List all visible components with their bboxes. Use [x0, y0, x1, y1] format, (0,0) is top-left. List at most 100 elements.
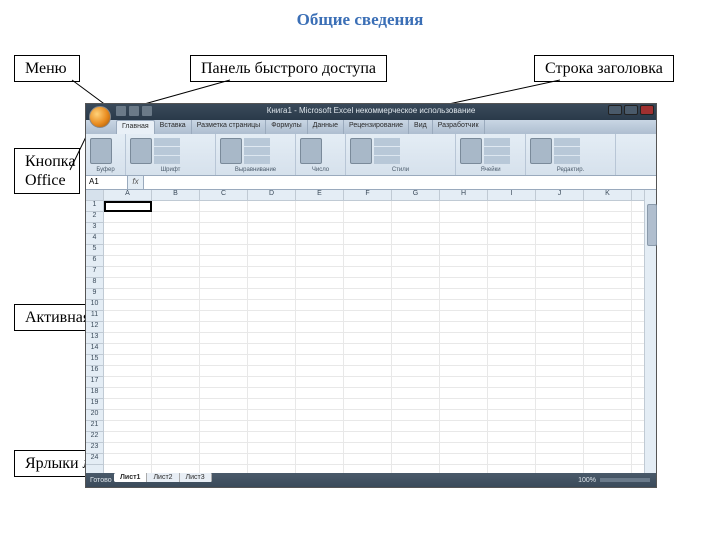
row-header[interactable]: 16 [86, 366, 103, 377]
sheet-tab[interactable]: Лист3 [180, 473, 212, 482]
ribbon-small-icon[interactable] [374, 138, 400, 146]
ribbon-tab[interactable]: Разработчик [433, 120, 485, 134]
row-header[interactable]: 4 [86, 234, 103, 245]
column-header[interactable]: I [488, 190, 536, 200]
ribbon-tab[interactable]: Главная [116, 120, 155, 134]
ribbon-tab[interactable]: Вид [409, 120, 433, 134]
ribbon-group: Редактир. [526, 134, 616, 175]
ribbon-group: Стили [346, 134, 456, 175]
ribbon-small-icon[interactable] [554, 138, 580, 146]
zoom-slider[interactable] [600, 478, 650, 482]
row-header[interactable]: 22 [86, 432, 103, 443]
ribbon-group-label: Буфер [90, 167, 121, 173]
column-header[interactable]: D [248, 190, 296, 200]
vertical-scrollbar[interactable] [644, 190, 656, 473]
column-header[interactable]: C [200, 190, 248, 200]
row-header[interactable]: 1 [86, 201, 103, 212]
formula-bar-row: A1 fx [86, 176, 656, 190]
row-header[interactable]: 21 [86, 421, 103, 432]
name-box[interactable]: A1 [86, 176, 128, 189]
row-headers: 123456789101112131415161718192021222324 [86, 190, 104, 473]
column-header[interactable]: G [392, 190, 440, 200]
row-header[interactable]: 8 [86, 278, 103, 289]
row-header[interactable]: 5 [86, 245, 103, 256]
row-header[interactable]: 11 [86, 311, 103, 322]
qat-undo-icon[interactable] [129, 106, 139, 116]
fx-icon[interactable]: fx [128, 176, 144, 189]
callout-office-button: Кнопка Office [14, 148, 80, 194]
ribbon-tab[interactable]: Рецензирование [344, 120, 409, 134]
qat-redo-icon[interactable] [142, 106, 152, 116]
ribbon-button-icon[interactable] [530, 138, 552, 164]
ribbon-button-icon[interactable] [350, 138, 372, 164]
row-header[interactable]: 15 [86, 355, 103, 366]
ribbon-tab[interactable]: Вставка [155, 120, 192, 134]
callout-title-bar: Строка заголовка [534, 55, 674, 82]
column-header[interactable]: J [536, 190, 584, 200]
row-header[interactable]: 3 [86, 223, 103, 234]
column-header[interactable]: E [296, 190, 344, 200]
column-header[interactable]: K [584, 190, 632, 200]
quick-access-toolbar[interactable] [116, 106, 152, 118]
row-header[interactable]: 7 [86, 267, 103, 278]
ribbon: БуферШрифтВыравниваниеЧислоСтилиЯчейкиРе… [86, 134, 656, 176]
ribbon-small-icon[interactable] [244, 138, 270, 146]
ribbon-small-icon[interactable] [154, 138, 180, 146]
select-all-corner[interactable] [86, 190, 103, 201]
row-header[interactable]: 2 [86, 212, 103, 223]
ribbon-small-icon[interactable] [244, 147, 270, 155]
window-title: Книга1 - Microsoft Excel некоммерческое … [267, 106, 476, 115]
ribbon-small-icon[interactable] [374, 147, 400, 155]
office-button[interactable] [89, 106, 111, 128]
ribbon-small-icon[interactable] [244, 156, 270, 164]
ribbon-tab[interactable]: Формулы [266, 120, 307, 134]
row-header[interactable]: 13 [86, 333, 103, 344]
row-header[interactable]: 10 [86, 300, 103, 311]
close-button[interactable] [640, 105, 654, 115]
ribbon-tab[interactable]: Разметка страницы [192, 120, 267, 134]
row-header[interactable]: 24 [86, 454, 103, 465]
ribbon-small-icon[interactable] [374, 156, 400, 164]
column-headers: ABCDEFGHIJK [104, 190, 644, 201]
zoom-value: 100% [578, 477, 596, 484]
column-header[interactable]: B [152, 190, 200, 200]
row-header[interactable]: 18 [86, 388, 103, 399]
ribbon-button-icon[interactable] [220, 138, 242, 164]
ribbon-small-icon[interactable] [154, 147, 180, 155]
window-controls [608, 105, 654, 115]
row-header[interactable]: 23 [86, 443, 103, 454]
title-bar: Книга1 - Microsoft Excel некоммерческое … [86, 104, 656, 120]
row-header[interactable]: 19 [86, 399, 103, 410]
grid-columns: ABCDEFGHIJK [104, 190, 644, 473]
row-header[interactable]: 12 [86, 322, 103, 333]
minimize-button[interactable] [608, 105, 622, 115]
row-header[interactable]: 17 [86, 377, 103, 388]
ribbon-group: Шрифт [126, 134, 216, 175]
sheet-tab[interactable]: Лист2 [147, 473, 179, 482]
ribbon-small-icon[interactable] [154, 156, 180, 164]
ribbon-small-icon[interactable] [484, 147, 510, 155]
ribbon-small-icon[interactable] [484, 138, 510, 146]
ribbon-button-icon[interactable] [130, 138, 152, 164]
row-header[interactable]: 9 [86, 289, 103, 300]
sheet-tab[interactable]: Лист1 [114, 473, 147, 482]
ribbon-button-icon[interactable] [460, 138, 482, 164]
zoom-control[interactable]: 100% [578, 477, 650, 484]
qat-save-icon[interactable] [116, 106, 126, 116]
ribbon-button-icon[interactable] [90, 138, 112, 164]
formula-bar[interactable] [144, 176, 656, 189]
maximize-button[interactable] [624, 105, 638, 115]
cells-area[interactable] [104, 201, 644, 473]
row-header[interactable]: 6 [86, 256, 103, 267]
row-header[interactable]: 14 [86, 344, 103, 355]
active-cell[interactable] [104, 201, 152, 212]
ribbon-small-icon[interactable] [554, 156, 580, 164]
ribbon-button-icon[interactable] [300, 138, 322, 164]
ribbon-small-icon[interactable] [554, 147, 580, 155]
column-header[interactable]: H [440, 190, 488, 200]
column-header[interactable]: A [104, 190, 152, 200]
ribbon-tab[interactable]: Данные [308, 120, 344, 134]
ribbon-small-icon[interactable] [484, 156, 510, 164]
row-header[interactable]: 20 [86, 410, 103, 421]
column-header[interactable]: F [344, 190, 392, 200]
